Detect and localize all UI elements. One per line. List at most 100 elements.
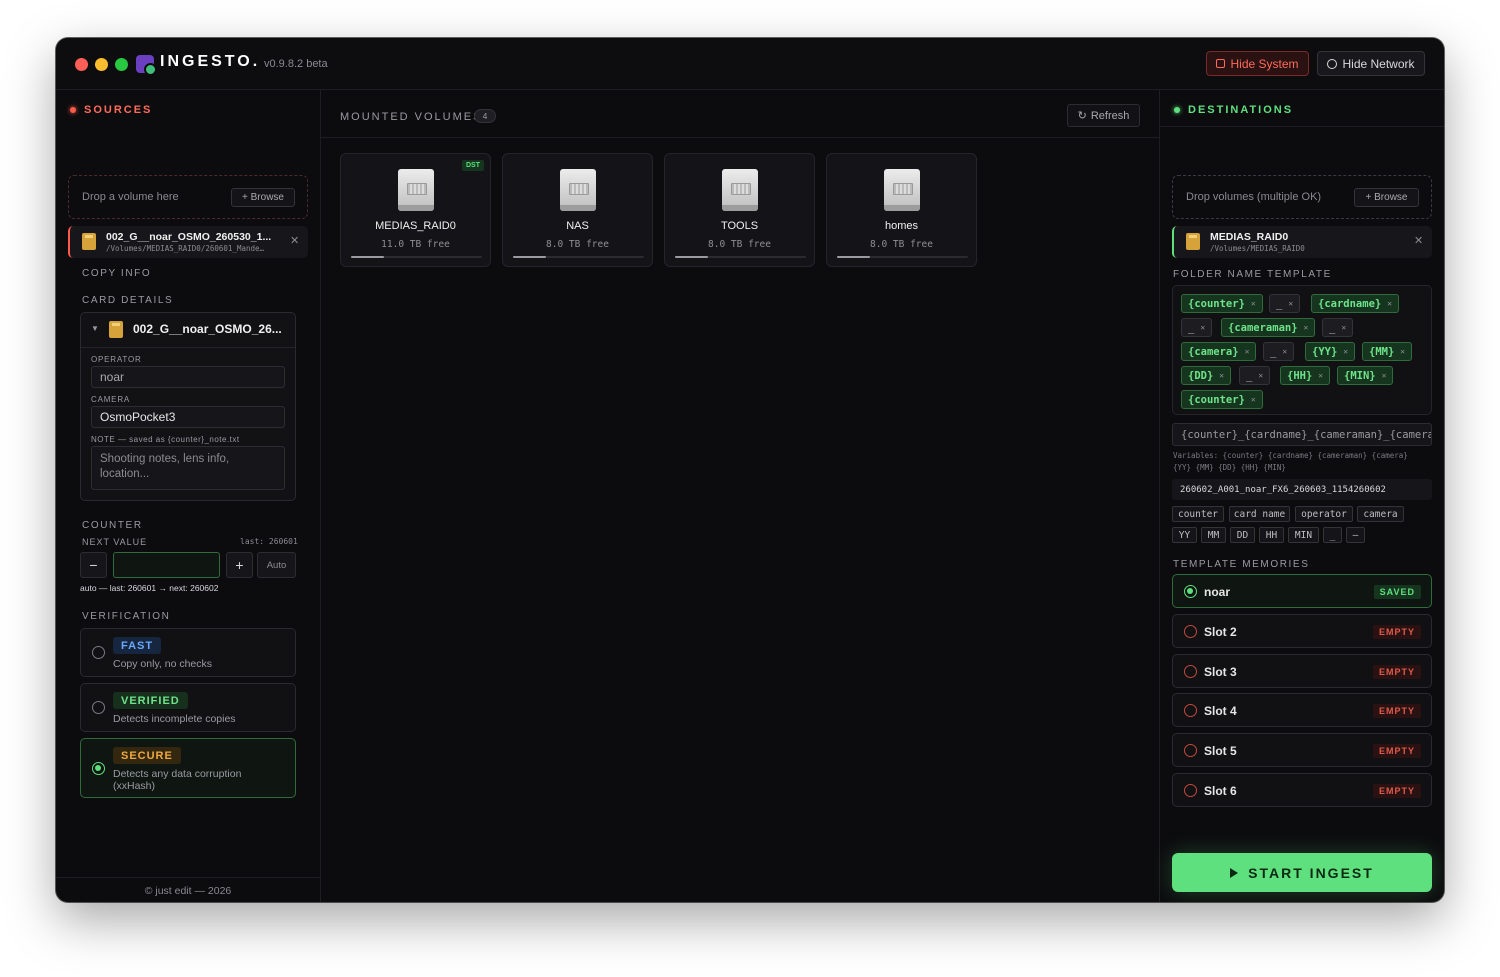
chip-remove-icon[interactable]: ✕ (1304, 323, 1309, 332)
chip-remove-icon[interactable]: ✕ (1400, 347, 1405, 356)
template-chip[interactable]: {counter} ✕ (1181, 294, 1263, 313)
template-chip[interactable]: _ ✕ (1322, 318, 1354, 337)
chip-remove-icon[interactable]: ✕ (1245, 347, 1250, 356)
verified-desc: Detects incomplete copies (113, 713, 236, 725)
note-textarea[interactable]: Shooting notes, lens info, location... (91, 446, 285, 490)
counter-label: COUNTER (82, 520, 143, 531)
variable-tag-button[interactable]: – (1346, 527, 1365, 543)
variable-tag-button[interactable]: card name (1229, 506, 1290, 522)
chip-remove-icon[interactable]: ✕ (1382, 371, 1387, 380)
operator-input[interactable]: noar (91, 366, 285, 388)
chip-remove-icon[interactable]: ✕ (1251, 299, 1256, 308)
template-chip[interactable]: {YY} ✕ (1305, 342, 1356, 361)
sources-dropzone[interactable]: Drop a volume here + Browse (68, 175, 308, 219)
memory-radio[interactable] (1184, 665, 1197, 678)
hide-system-label: Hide System (1230, 56, 1299, 71)
volume-card-medias-raid0[interactable]: DST MEDIAS_RAID0 11.0 TB free (340, 153, 491, 267)
close-window-button[interactable] (75, 58, 88, 71)
chip-label: _ (1329, 321, 1336, 334)
memory-radio[interactable] (1184, 704, 1197, 717)
destinations-dropzone[interactable]: Drop volumes (multiple OK) + Browse (1172, 175, 1432, 219)
collapse-chevron-icon[interactable]: ▼ (91, 324, 99, 333)
counter-hint: auto — last: 260601 → next: 260602 (80, 583, 219, 593)
variable-tag-button[interactable]: operator (1295, 506, 1353, 522)
hide-system-button[interactable]: Hide System (1206, 51, 1309, 76)
counter-auto-button[interactable]: Auto (257, 552, 296, 578)
memory-slot-2[interactable]: Slot 2 EMPTY (1172, 614, 1432, 648)
verification-fast-option[interactable]: FAST Copy only, no checks (80, 628, 296, 677)
chip-remove-icon[interactable]: ✕ (1318, 371, 1323, 380)
template-chip[interactable]: {HH} ✕ (1280, 366, 1331, 385)
template-chip[interactable]: {cameraman} ✕ (1221, 318, 1316, 337)
chip-remove-icon[interactable]: ✕ (1200, 323, 1205, 332)
variable-tag-button[interactable]: MM (1201, 527, 1226, 543)
chip-remove-icon[interactable]: ✕ (1251, 395, 1256, 404)
chip-label: {MM} (1369, 345, 1395, 358)
template-chip[interactable]: _ ✕ (1239, 366, 1271, 385)
sources-browse-button[interactable]: + Browse (231, 188, 295, 207)
memory-slot-3[interactable]: Slot 3 EMPTY (1172, 654, 1432, 688)
template-chip[interactable]: {counter} ✕ (1181, 390, 1263, 409)
destinations-browse-button[interactable]: + Browse (1354, 188, 1419, 207)
start-ingest-button[interactable]: START INGEST (1172, 853, 1432, 892)
memory-radio[interactable] (1184, 585, 1197, 598)
radio-verified[interactable] (92, 701, 105, 714)
variable-tag-button[interactable]: MIN (1288, 527, 1319, 543)
minimize-window-button[interactable] (95, 58, 108, 71)
template-chip[interactable]: {MIN} ✕ (1337, 366, 1394, 385)
template-chip[interactable]: _ ✕ (1269, 294, 1301, 313)
variable-tag-button[interactable]: _ (1323, 527, 1342, 543)
memory-radio[interactable] (1184, 625, 1197, 638)
variable-tag-button[interactable]: YY (1172, 527, 1197, 543)
counter-decrement-button[interactable]: − (80, 552, 107, 578)
chip-remove-icon[interactable]: ✕ (1288, 299, 1293, 308)
variable-tag-button[interactable]: HH (1259, 527, 1284, 543)
variable-tag-button[interactable]: counter (1172, 506, 1224, 522)
template-string-input[interactable]: {counter}_{cardname}_{cameraman}_{camera (1172, 423, 1432, 446)
zoom-window-button[interactable] (115, 58, 128, 71)
template-chip[interactable]: _ ✕ (1181, 318, 1213, 337)
template-chip[interactable]: {MM} ✕ (1362, 342, 1413, 361)
template-chip[interactable]: {cardname} ✕ (1311, 294, 1400, 313)
volume-card-homes[interactable]: homes 8.0 TB free (826, 153, 977, 267)
chip-remove-icon[interactable]: ✕ (1341, 323, 1346, 332)
chip-remove-icon[interactable]: ✕ (1258, 371, 1263, 380)
verification-secure-option[interactable]: SECURE Detects any data corruption (xxHa… (80, 738, 296, 798)
start-ingest-label: START INGEST (1248, 864, 1374, 881)
memory-slot-4[interactable]: Slot 4 EMPTY (1172, 693, 1432, 727)
camera-input[interactable]: OsmoPocket3 (91, 406, 285, 428)
memory-name: Slot 4 (1204, 704, 1237, 718)
memory-radio[interactable] (1184, 784, 1197, 797)
remove-source-button[interactable]: ✕ (290, 234, 299, 247)
template-chip[interactable]: {DD} ✕ (1181, 366, 1232, 385)
mounted-volumes-panel: MOUNTED VOLUMES 4 ↻ Refresh DST MEDIAS_R… (321, 90, 1159, 902)
chip-remove-icon[interactable]: ✕ (1282, 347, 1287, 356)
memory-radio[interactable] (1184, 744, 1197, 757)
chip-remove-icon[interactable]: ✕ (1343, 347, 1348, 356)
chip-remove-icon[interactable]: ✕ (1387, 299, 1392, 308)
source-card-item[interactable]: 002_G__noar_OSMO_260530_1... /Volumes/ME… (68, 226, 308, 258)
counter-increment-button[interactable]: + (226, 552, 253, 578)
refresh-button[interactable]: ↻ Refresh (1067, 104, 1140, 127)
volume-name: homes (884, 220, 919, 232)
chip-remove-icon[interactable]: ✕ (1219, 371, 1224, 380)
variable-tag-button[interactable]: camera (1357, 506, 1404, 522)
volume-usage-fill (513, 256, 546, 258)
hide-network-button[interactable]: Hide Network (1317, 51, 1425, 76)
memory-slot-6[interactable]: Slot 6 EMPTY (1172, 773, 1432, 807)
remove-destination-button[interactable]: ✕ (1414, 234, 1423, 247)
volume-free: 8.0 TB free (708, 239, 771, 250)
destination-card-item[interactable]: MEDIAS_RAID0 /Volumes/MEDIAS_RAID0 ✕ (1172, 226, 1432, 258)
template-chip[interactable]: {camera} ✕ (1181, 342, 1257, 361)
memory-slot-5[interactable]: Slot 5 EMPTY (1172, 733, 1432, 767)
verification-verified-option[interactable]: VERIFIED Detects incomplete copies (80, 683, 296, 732)
chip-label: {HH} (1287, 369, 1313, 382)
radio-secure[interactable] (92, 762, 105, 775)
template-chip[interactable]: _ ✕ (1263, 342, 1295, 361)
radio-fast[interactable] (92, 646, 105, 659)
counter-input[interactable] (113, 552, 220, 578)
variable-tag-button[interactable]: DD (1230, 527, 1255, 543)
memory-slot-1[interactable]: noar SAVED (1172, 574, 1432, 608)
volume-card-tools[interactable]: TOOLS 8.0 TB free (664, 153, 815, 267)
volume-card-nas[interactable]: NAS 8.0 TB free (502, 153, 653, 267)
